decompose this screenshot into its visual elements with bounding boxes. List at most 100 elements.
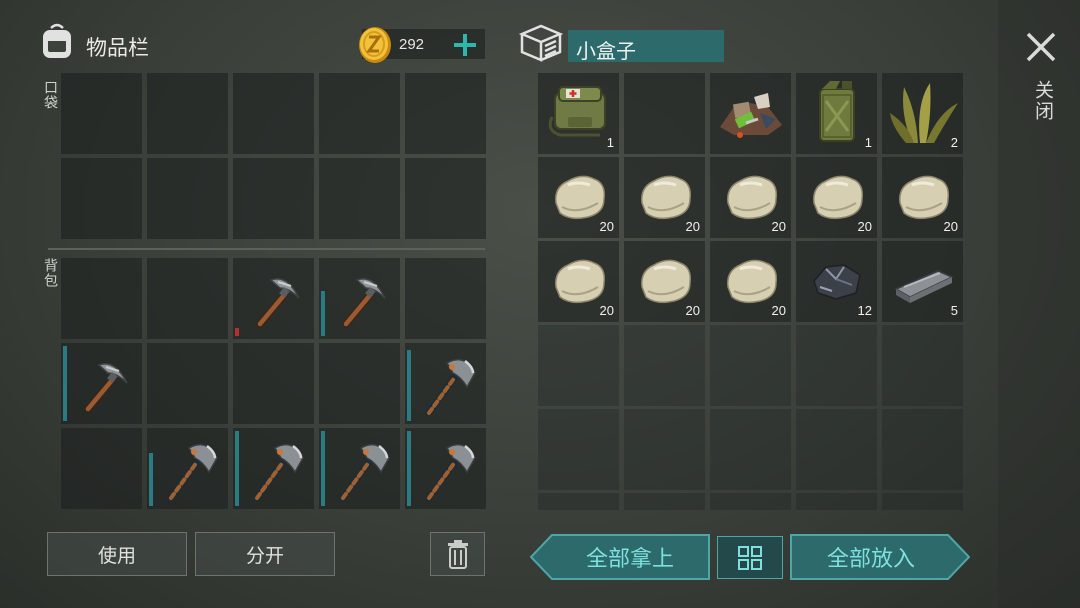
take-all-button[interactable]: 全部拿上	[530, 534, 710, 580]
hatchet-icon	[425, 358, 476, 417]
empty-slot[interactable]	[882, 409, 963, 490]
backpack-icon	[38, 22, 76, 62]
container-title: 小盒子	[576, 39, 636, 63]
empty-slot[interactable]	[61, 73, 142, 154]
empty-slot[interactable]	[796, 493, 877, 510]
empty-slot[interactable]	[147, 343, 228, 424]
put-all-button[interactable]: 全部放入	[790, 534, 970, 580]
slot-pickaxe[interactable]	[61, 343, 142, 424]
split-button[interactable]: 分开	[195, 532, 335, 576]
empty-slot[interactable]	[624, 493, 705, 510]
item-count: 20	[599, 219, 614, 234]
empty-slot[interactable]	[233, 73, 314, 154]
durability-bar	[407, 350, 411, 421]
trash-icon	[447, 540, 468, 569]
item-count: 1	[864, 135, 872, 150]
slot-stone[interactable]: 20	[710, 241, 791, 322]
empty-slot[interactable]	[61, 428, 142, 509]
slot-hatchet[interactable]	[405, 428, 486, 509]
trash-button[interactable]	[430, 532, 485, 576]
take-all-label: 全部拿上	[585, 547, 674, 572]
durability-bar	[321, 431, 325, 506]
hatchet-icon	[253, 443, 304, 502]
item-count: 1	[606, 135, 614, 150]
empty-slot[interactable]	[61, 258, 142, 339]
durability-bar	[407, 431, 411, 506]
add-currency-button[interactable]	[452, 32, 478, 58]
durability-bar	[63, 346, 67, 421]
item-count: 20	[599, 303, 614, 318]
empty-slot[interactable]	[319, 158, 400, 239]
empty-slot[interactable]	[710, 409, 791, 490]
close-button[interactable]	[1024, 30, 1058, 64]
empty-slot[interactable]	[319, 73, 400, 154]
durability-bar	[321, 291, 325, 336]
item-count: 20	[943, 219, 958, 234]
slot-hatchet[interactable]	[405, 343, 486, 424]
empty-slot[interactable]	[147, 258, 228, 339]
slot-hatchet[interactable]	[147, 428, 228, 509]
item-count: 20	[771, 219, 786, 234]
scrap-pile-icon	[720, 93, 782, 138]
slot-jerry-can[interactable]: 1	[796, 73, 877, 154]
empty-slot[interactable]	[538, 325, 619, 406]
empty-slot[interactable]	[882, 325, 963, 406]
section-divider	[48, 248, 485, 250]
slot-stone[interactable]: 20	[624, 157, 705, 238]
use-button[interactable]: 使用	[47, 532, 187, 576]
pickaxe-icon	[342, 278, 386, 328]
empty-slot[interactable]	[624, 73, 705, 154]
empty-slot[interactable]	[624, 409, 705, 490]
empty-slot[interactable]	[796, 409, 877, 490]
empty-slot[interactable]	[538, 493, 619, 510]
empty-slot[interactable]	[796, 325, 877, 406]
empty-slot[interactable]	[405, 73, 486, 154]
durability-bar	[235, 431, 239, 506]
item-count: 20	[857, 219, 872, 234]
slot-hatchet[interactable]	[319, 428, 400, 509]
slot-stone[interactable]: 20	[624, 241, 705, 322]
slot-plant-fiber[interactable]: 2	[882, 73, 963, 154]
item-count: 20	[771, 303, 786, 318]
empty-slot[interactable]	[233, 158, 314, 239]
hatchet-icon	[425, 443, 476, 502]
close-label[interactable]: 关闭	[1030, 80, 1057, 122]
item-count: 2	[950, 135, 958, 150]
empty-slot[interactable]	[882, 493, 963, 510]
hatchet-icon	[339, 443, 390, 502]
empty-slot[interactable]	[61, 158, 142, 239]
pickaxe-icon	[84, 363, 128, 413]
empty-slot[interactable]	[710, 325, 791, 406]
slot-scrap-pile[interactable]	[710, 73, 791, 154]
pocket-label: 口袋	[42, 80, 58, 110]
plus-icon	[454, 34, 476, 56]
backpack-label: 背包	[42, 258, 58, 288]
slot-medkit-bag[interactable]: 1	[538, 73, 619, 154]
slot-stone[interactable]: 20	[710, 157, 791, 238]
empty-slot[interactable]	[405, 258, 486, 339]
empty-slot[interactable]	[147, 158, 228, 239]
empty-slot[interactable]	[319, 343, 400, 424]
item-count: 20	[685, 303, 700, 318]
empty-slot[interactable]	[147, 73, 228, 154]
empty-slot[interactable]	[710, 493, 791, 510]
empty-slot[interactable]	[624, 325, 705, 406]
slot-stone[interactable]: 20	[882, 157, 963, 238]
slot-hatchet[interactable]	[233, 428, 314, 509]
grid-sort-icon	[738, 545, 762, 570]
slot-stone[interactable]: 20	[796, 157, 877, 238]
slot-stone[interactable]: 20	[538, 157, 619, 238]
sort-button[interactable]	[717, 536, 783, 579]
empty-slot[interactable]	[233, 343, 314, 424]
empty-slot[interactable]	[405, 158, 486, 239]
slot-pickaxe[interactable]	[319, 258, 400, 339]
slot-stone[interactable]: 20	[538, 241, 619, 322]
close-x-icon	[1026, 32, 1056, 62]
slot-iron-ore[interactable]: 12	[796, 241, 877, 322]
slot-pickaxe[interactable]	[233, 258, 314, 339]
inventory-title: 物品栏	[86, 36, 149, 60]
gold-coin-icon	[356, 24, 394, 64]
durability-bar	[235, 328, 239, 336]
slot-iron-bar[interactable]: 5	[882, 241, 963, 322]
empty-slot[interactable]	[538, 409, 619, 490]
